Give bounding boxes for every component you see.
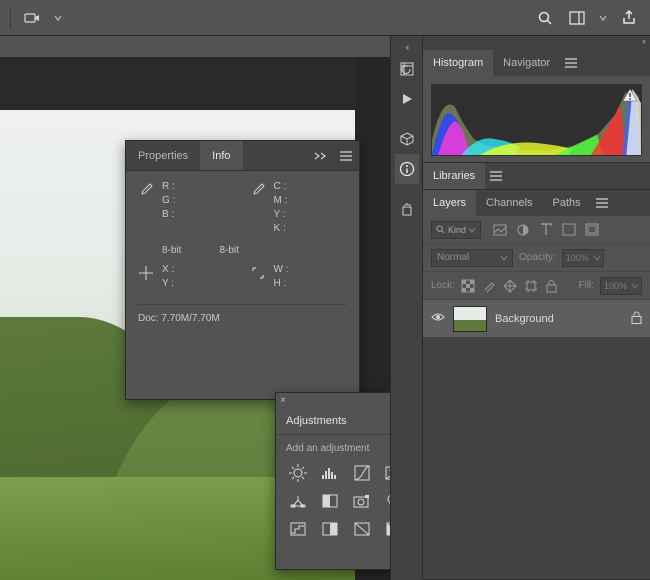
cmyk-readout: C : M : Y : K : (274, 181, 288, 235)
rgb-readout: R : G : B : (162, 181, 175, 235)
depth-rgb: 8-bit (138, 245, 181, 256)
expand-rail-icon[interactable]: ‹‹ (406, 42, 408, 54)
lock-pixels-icon[interactable] (482, 279, 496, 293)
eyedropper-rgb-icon (138, 181, 154, 235)
layer-lock-icon[interactable] (631, 311, 642, 327)
tab-libraries[interactable]: Libraries (423, 163, 485, 189)
levels-icon[interactable] (320, 464, 340, 482)
rail-info-icon[interactable] (395, 154, 419, 184)
tab-paths[interactable]: Paths (543, 190, 591, 216)
layer-thumbnail[interactable] (453, 306, 487, 332)
close-icon[interactable]: × (280, 395, 286, 406)
layer-row-background[interactable]: Background (423, 300, 650, 338)
layer-filter-type-select[interactable]: Kind (431, 221, 481, 239)
dimensions-icon (250, 264, 266, 290)
info-panel-header[interactable]: Properties Info (126, 141, 359, 171)
filter-smart-icon[interactable] (585, 223, 599, 237)
filter-shape-icon[interactable] (562, 223, 576, 237)
lock-artboard-icon[interactable] (524, 279, 538, 293)
tab-navigator[interactable]: Navigator (493, 50, 560, 76)
tab-layers[interactable]: Layers (423, 190, 476, 216)
blend-mode-select[interactable]: Normal (431, 249, 513, 267)
threshold-icon[interactable] (320, 520, 340, 538)
rail-3d-icon[interactable] (395, 124, 419, 154)
separator (10, 7, 11, 29)
tab-histogram[interactable]: Histogram (423, 50, 493, 76)
color-balance-icon[interactable] (288, 492, 308, 510)
panel-collapse-icon[interactable] (307, 141, 333, 170)
workspace-chevron-icon[interactable] (598, 7, 608, 29)
tab-properties[interactable]: Properties (126, 141, 200, 170)
workspace-switcher-icon[interactable] (566, 7, 588, 29)
xy-readout: X : Y : (162, 264, 174, 290)
filter-adjustment-icon[interactable] (516, 223, 530, 237)
info-panel: Properties Info R : G : B : (125, 140, 360, 400)
eyedropper-cmyk-icon (250, 181, 266, 235)
lock-all-icon[interactable] (545, 279, 559, 293)
panel-menu-icon[interactable] (485, 163, 507, 189)
layers-panel: Layers Channels Paths Kind (423, 190, 650, 580)
tab-adjustments[interactable]: Adjustments (276, 407, 359, 434)
filter-type-icon[interactable] (539, 223, 553, 237)
brightness-contrast-icon[interactable] (288, 464, 308, 482)
panel-menu-icon[interactable] (560, 50, 582, 76)
cached-data-warning-icon[interactable] (623, 89, 637, 101)
opacity-label: Opacity: (519, 252, 556, 263)
share-icon[interactable] (618, 7, 640, 29)
wh-readout: W : H : (274, 264, 289, 290)
collapsed-panel-rail: ‹‹ (390, 36, 422, 580)
options-bar (0, 0, 650, 36)
filter-pixel-icon[interactable] (493, 223, 507, 237)
posterize-icon[interactable] (288, 520, 308, 538)
black-white-icon[interactable] (320, 492, 340, 510)
doc-size-readout: Doc: 7.70M/7.70M (138, 304, 347, 324)
depth-cmyk: 8-bit (195, 245, 238, 256)
rail-clone-source-icon[interactable] (395, 194, 419, 224)
lock-position-icon[interactable] (503, 279, 517, 293)
photo-filter-icon[interactable] (352, 492, 372, 510)
panel-menu-icon[interactable] (591, 190, 613, 216)
curves-icon[interactable] (352, 464, 372, 482)
histogram-panel: Histogram Navigator (423, 50, 650, 163)
tab-info[interactable]: Info (200, 141, 242, 170)
document-tab-strip (0, 36, 390, 58)
search-icon[interactable] (534, 7, 556, 29)
rail-actions-icon[interactable] (395, 84, 419, 114)
crosshair-icon (138, 264, 154, 290)
histogram-display (431, 84, 642, 156)
libraries-panel: Libraries (423, 163, 650, 190)
opacity-input[interactable]: 100% (562, 249, 604, 267)
options-chevron-icon[interactable] (53, 7, 63, 29)
rail-history-icon[interactable] (395, 54, 419, 84)
expand-dock-icon[interactable]: ›› (423, 36, 650, 50)
camera-icon[interactable] (21, 7, 43, 29)
fill-label: Fill: (578, 280, 594, 291)
right-panel-dock: ‹‹ ›› Histogram Navigator (390, 36, 650, 580)
fill-input[interactable]: 100% (600, 277, 642, 295)
tab-channels[interactable]: Channels (476, 190, 542, 216)
lock-transparency-icon[interactable] (461, 279, 475, 293)
visibility-icon[interactable] (431, 312, 445, 325)
layer-filter-kind-label: Kind (448, 225, 466, 235)
lock-label: Lock: (431, 280, 455, 291)
panel-menu-icon[interactable] (333, 141, 359, 170)
selective-color-icon[interactable] (352, 520, 372, 538)
layer-name[interactable]: Background (495, 313, 623, 325)
